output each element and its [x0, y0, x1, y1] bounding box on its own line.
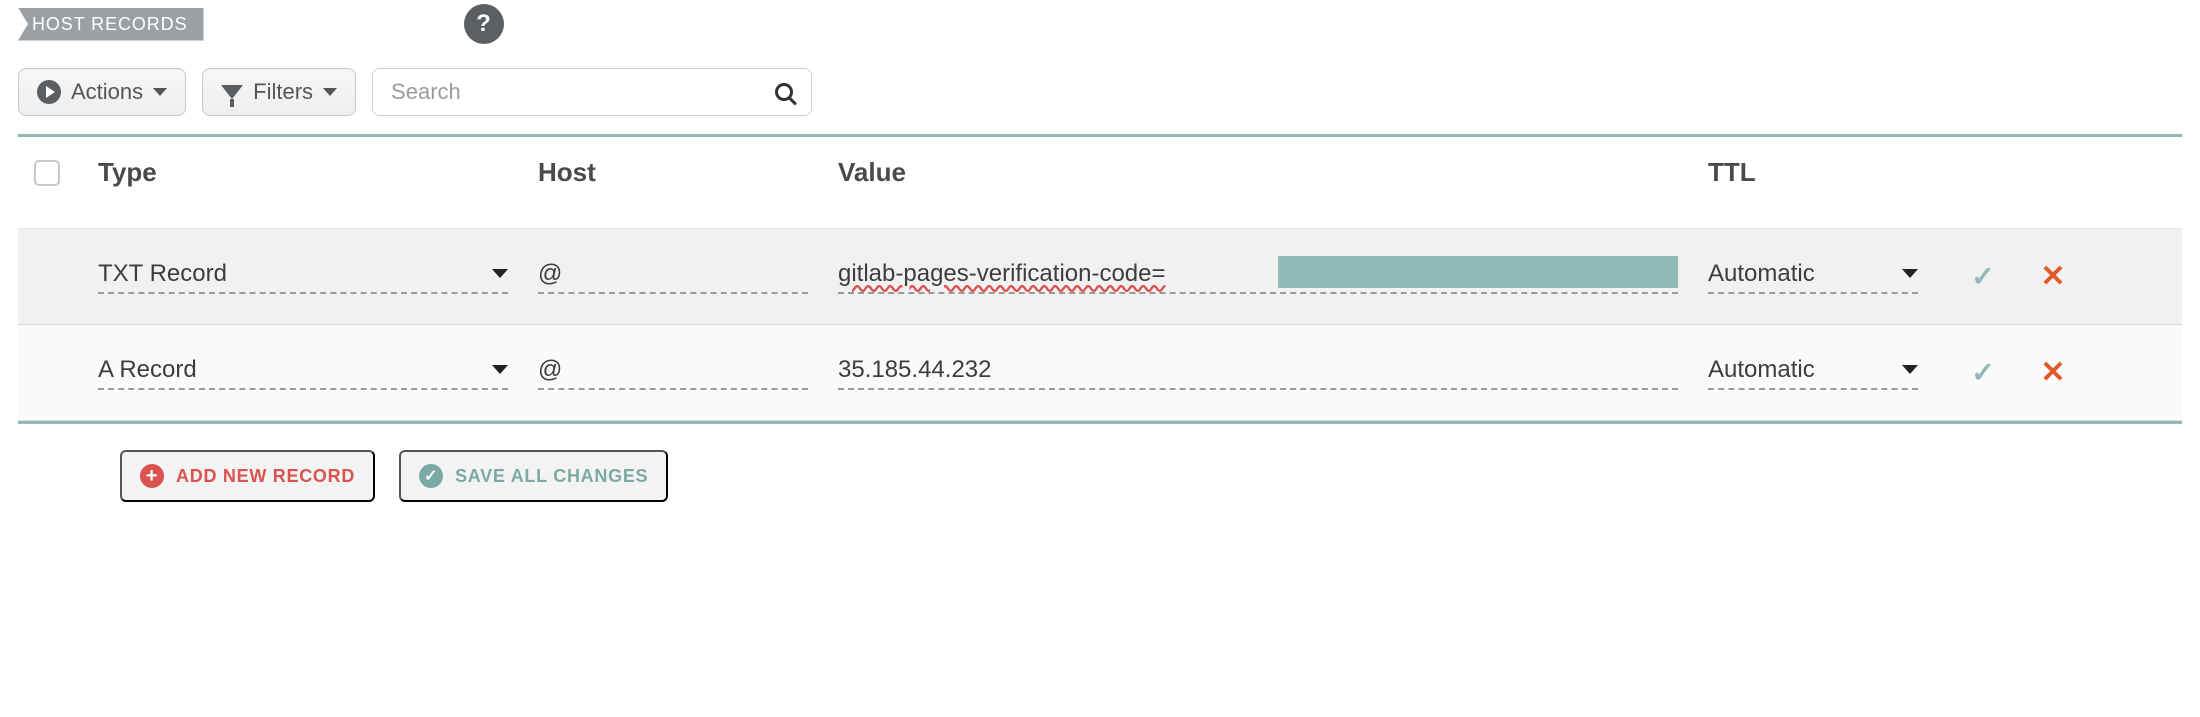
- host-records-tab[interactable]: HOST RECORDS: [18, 8, 204, 41]
- ttl-value: Automatic: [1708, 356, 1815, 384]
- column-ttl: TTL: [1708, 157, 1948, 188]
- actions-dropdown[interactable]: Actions: [18, 68, 186, 116]
- host-input[interactable]: @: [538, 260, 808, 294]
- host-value: @: [538, 356, 562, 384]
- check-icon: ✓: [419, 464, 443, 488]
- value-input[interactable]: gitlab-pages-verification-code=: [838, 260, 1678, 294]
- table-header: Type Host Value TTL: [18, 137, 2182, 229]
- ttl-select[interactable]: Automatic: [1708, 356, 1918, 390]
- select-all-checkbox[interactable]: [34, 160, 60, 186]
- chevron-down-icon: [492, 365, 508, 374]
- column-value: Value: [838, 157, 1708, 188]
- type-select[interactable]: A Record: [98, 356, 508, 390]
- play-icon: [37, 80, 61, 104]
- save-all-changes-button[interactable]: ✓ SAVE ALL CHANGES: [399, 450, 668, 502]
- filters-label: Filters: [253, 79, 313, 105]
- chevron-down-icon: [492, 269, 508, 278]
- filters-dropdown[interactable]: Filters: [202, 68, 356, 116]
- table-row: A Record @35.185.44.232 Automatic ✓✕: [18, 325, 2182, 421]
- value-text: gitlab-pages-verification-code=: [838, 260, 1166, 288]
- chevron-down-icon: [323, 88, 337, 96]
- toolbar: Actions Filters: [0, 44, 2200, 134]
- table-row: TXT Record @ gitlab-pages-verification-cod…: [18, 229, 2182, 325]
- confirm-button[interactable]: ✓: [1948, 260, 2018, 293]
- chevron-down-icon: [1902, 365, 1918, 374]
- type-value: TXT Record: [98, 260, 227, 288]
- delete-button[interactable]: ✕: [2018, 355, 2088, 390]
- host-input[interactable]: @: [538, 356, 808, 390]
- help-icon[interactable]: ?: [464, 4, 504, 44]
- add-new-record-label: ADD NEW RECORD: [176, 466, 355, 487]
- search-box[interactable]: [372, 68, 812, 116]
- type-value: A Record: [98, 356, 197, 384]
- add-new-record-button[interactable]: + ADD NEW RECORD: [120, 450, 375, 502]
- funnel-icon: [221, 85, 243, 99]
- save-all-changes-label: SAVE ALL CHANGES: [455, 466, 648, 487]
- value-text: 35.185.44.232: [838, 356, 991, 384]
- actions-label: Actions: [71, 79, 143, 105]
- host-records-table: Type Host Value TTL TXT Record @ gitlab-pa…: [18, 134, 2182, 424]
- delete-button[interactable]: ✕: [2018, 259, 2088, 294]
- footer-actions: + ADD NEW RECORD ✓ SAVE ALL CHANGES: [0, 424, 2200, 502]
- chevron-down-icon: [153, 88, 167, 96]
- host-value: @: [538, 260, 562, 288]
- confirm-button[interactable]: ✓: [1948, 356, 2018, 389]
- search-icon[interactable]: [775, 83, 793, 101]
- chevron-down-icon: [1902, 269, 1918, 278]
- ttl-select[interactable]: Automatic: [1708, 260, 1918, 294]
- column-host: Host: [538, 157, 838, 188]
- column-type: Type: [98, 157, 538, 188]
- ttl-value: Automatic: [1708, 260, 1815, 288]
- plus-icon: +: [140, 464, 164, 488]
- value-input[interactable]: 35.185.44.232: [838, 356, 1678, 390]
- search-input[interactable]: [391, 79, 775, 105]
- type-select[interactable]: TXT Record: [98, 260, 508, 294]
- redacted-block: [1278, 256, 1678, 288]
